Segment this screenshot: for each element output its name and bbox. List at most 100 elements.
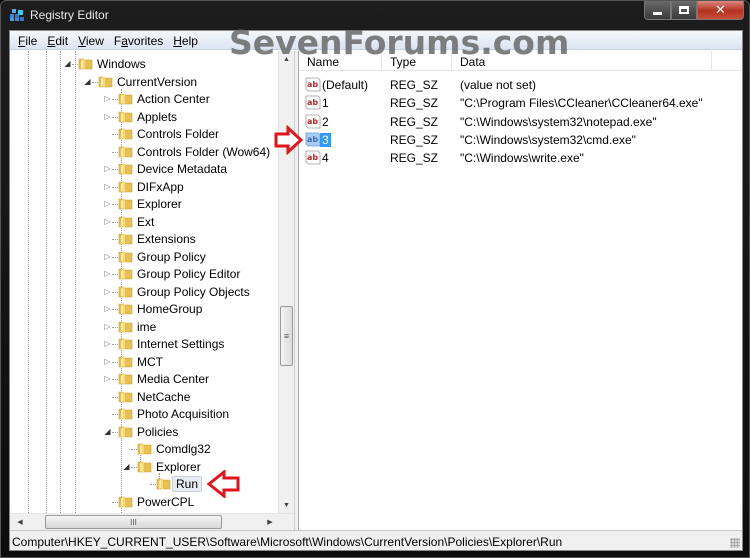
svg-text:ab: ab bbox=[307, 80, 318, 89]
menu-file[interactable]: File bbox=[13, 31, 42, 49]
folder-icon bbox=[118, 424, 134, 438]
list-item[interactable]: ab 3 REG_SZ "C:\Windows\system32\cmd.exe" bbox=[299, 131, 742, 149]
scroll-grip-icon: ≡ bbox=[283, 331, 290, 341]
close-button[interactable]: ✕ bbox=[697, 1, 744, 20]
expand-triangle-icon[interactable]: ▷ bbox=[103, 287, 112, 296]
list-item[interactable]: ab 1 REG_SZ "C:\Program Files\CCleaner\CCle… bbox=[299, 94, 742, 112]
folder-icon bbox=[118, 354, 134, 368]
collapse-triangle-icon[interactable]: ◢ bbox=[63, 59, 72, 68]
folder-icon bbox=[78, 56, 94, 70]
tree-item-label: Explorer bbox=[137, 197, 182, 211]
folder-icon bbox=[137, 459, 153, 473]
tree-item[interactable]: ▷ MCT bbox=[10, 353, 278, 370]
svg-text:ab: ab bbox=[307, 153, 318, 162]
tree-item[interactable]: ▷ HomeGroup bbox=[10, 300, 278, 317]
tree-item[interactable]: ▷ ime bbox=[10, 318, 278, 335]
tree-item[interactable]: ▷ Group Policy Objects bbox=[10, 283, 278, 300]
value-data: (value not set) bbox=[460, 78, 537, 92]
folder-icon bbox=[118, 179, 134, 193]
tree-vertical-scrollbar[interactable]: ▲ ≡ ▼ bbox=[278, 51, 294, 513]
scroll-left-arrow-icon[interactable]: ◀ bbox=[12, 514, 28, 530]
tree-item[interactable]: ▷ Applets bbox=[10, 108, 278, 125]
folder-icon bbox=[118, 266, 134, 280]
tree-item-label: Applets bbox=[137, 109, 178, 124]
resize-grip-icon[interactable] bbox=[730, 538, 740, 548]
tree-item[interactable]: ▷ Media Center bbox=[10, 370, 278, 387]
tree-item[interactable]: ◢ CurrentVersion bbox=[10, 73, 278, 90]
expand-triangle-icon[interactable]: ▷ bbox=[103, 164, 112, 173]
tree-item[interactable]: Controls Folder bbox=[10, 125, 278, 142]
registry-key-tree[interactable]: ◢ Windows ◢ CurrentVersion ▷ Action Center ▷ Ap… bbox=[10, 51, 294, 530]
tree-item[interactable]: ▷ Explorer bbox=[10, 195, 278, 212]
value-name: 1 bbox=[322, 96, 329, 111]
tree-item[interactable]: ▷ Group Policy Editor bbox=[10, 265, 278, 282]
expand-triangle-icon[interactable]: ▷ bbox=[103, 182, 112, 191]
expand-triangle-icon[interactable]: ▷ bbox=[103, 304, 112, 313]
tree-item-label: CurrentVersion bbox=[117, 74, 198, 89]
expand-triangle-icon[interactable]: ▷ bbox=[103, 217, 112, 226]
tree-item-label: Group Policy Editor bbox=[137, 267, 241, 281]
tree-item-label: Media Center bbox=[137, 372, 210, 386]
expand-triangle-icon[interactable]: ▷ bbox=[103, 252, 112, 261]
tree-item[interactable]: ▷ Action Center bbox=[10, 90, 278, 107]
expand-triangle-icon[interactable]: ▷ bbox=[103, 322, 112, 331]
tree-item[interactable]: Comdlg32 bbox=[10, 440, 278, 457]
collapse-triangle-icon[interactable]: ◢ bbox=[122, 462, 131, 471]
folder-icon bbox=[118, 301, 134, 315]
folder-icon bbox=[118, 109, 134, 123]
menu-help[interactable]: Help bbox=[168, 31, 203, 49]
watermark: SevenForums.com bbox=[229, 23, 570, 62]
tree-item[interactable]: ▷ DIFxApp bbox=[10, 178, 278, 195]
tree-item[interactable]: NetCache bbox=[10, 388, 278, 405]
tree-item-label: Extensions bbox=[137, 232, 196, 246]
list-item[interactable]: ab (Default) REG_SZ (value not set) bbox=[299, 76, 742, 94]
string-value-icon: ab bbox=[305, 95, 321, 110]
vertical-scroll-thumb[interactable]: ≡ bbox=[280, 306, 293, 366]
tree-item[interactable]: Extensions bbox=[10, 230, 278, 247]
expand-triangle-icon[interactable]: ▷ bbox=[103, 374, 112, 383]
tree-item[interactable]: ▷ Group Policy bbox=[10, 248, 278, 265]
folder-icon bbox=[118, 196, 134, 210]
tree-item-label: ime bbox=[137, 319, 157, 334]
expand-triangle-icon[interactable]: ▷ bbox=[103, 94, 112, 103]
expand-triangle-icon[interactable]: ▷ bbox=[103, 339, 112, 348]
value-name: (Default) bbox=[322, 78, 369, 92]
registry-values-list[interactable]: Name Type Data ab (Default) REG_SZ (value n… bbox=[299, 51, 742, 530]
string-value-icon: ab bbox=[305, 77, 321, 92]
client-area: File Edit View Favorites Help ◢ Windows ◢ Curre… bbox=[9, 30, 743, 551]
expand-triangle-icon[interactable]: ▷ bbox=[103, 269, 112, 278]
tree-item[interactable]: ▷ Device Metadata bbox=[10, 160, 278, 177]
menu-view[interactable]: View bbox=[73, 31, 109, 49]
collapse-triangle-icon[interactable]: ◢ bbox=[103, 427, 112, 436]
maximize-button[interactable] bbox=[671, 1, 697, 20]
menu-favorites[interactable]: Favorites bbox=[109, 31, 168, 49]
tree-item-label: Group Policy bbox=[137, 249, 206, 264]
collapse-triangle-icon[interactable]: ◢ bbox=[83, 77, 92, 86]
expand-triangle-icon[interactable]: ▷ bbox=[103, 112, 112, 121]
tree-item-label: Policies bbox=[137, 424, 179, 439]
scroll-right-arrow-icon[interactable]: ▶ bbox=[262, 514, 278, 530]
value-name: 2 bbox=[322, 114, 329, 129]
tree-content: ◢ Windows ◢ CurrentVersion ▷ Action Center ▷ Ap… bbox=[10, 51, 278, 513]
tree-item[interactable]: Photo Acquisition bbox=[10, 405, 278, 422]
list-item[interactable]: ab 4 REG_SZ "C:\Windows\write.exe" bbox=[299, 149, 742, 167]
svg-text:ab: ab bbox=[307, 135, 318, 144]
tree-item-label: Group Policy Objects bbox=[137, 284, 250, 299]
caption-buttons: ✕ bbox=[644, 1, 744, 21]
folder-icon bbox=[118, 371, 134, 385]
horizontal-scroll-thumb[interactable]: III bbox=[45, 515, 222, 529]
svg-text:ab: ab bbox=[307, 98, 318, 107]
tree-horizontal-scrollbar[interactable]: ◀ III ▶ bbox=[10, 513, 294, 530]
tree-item[interactable]: ◢ Policies bbox=[10, 423, 278, 440]
expand-triangle-icon[interactable]: ▷ bbox=[103, 357, 112, 366]
list-item[interactable]: ab 2 REG_SZ "C:\Windows\system32\notepad.ex… bbox=[299, 113, 742, 131]
menu-edit[interactable]: Edit bbox=[42, 31, 73, 49]
scroll-down-arrow-icon[interactable]: ▼ bbox=[279, 497, 294, 513]
expand-triangle-icon[interactable]: ▷ bbox=[103, 199, 112, 208]
minimize-button[interactable] bbox=[644, 1, 671, 20]
tree-item[interactable]: ▷ Ext bbox=[10, 213, 278, 230]
value-data: "C:\Windows\system32\notepad.exe" bbox=[460, 114, 657, 129]
folder-icon bbox=[118, 91, 134, 105]
tree-item[interactable]: ▷ Internet Settings bbox=[10, 335, 278, 352]
tree-item[interactable]: Controls Folder (Wow64) bbox=[10, 143, 278, 160]
